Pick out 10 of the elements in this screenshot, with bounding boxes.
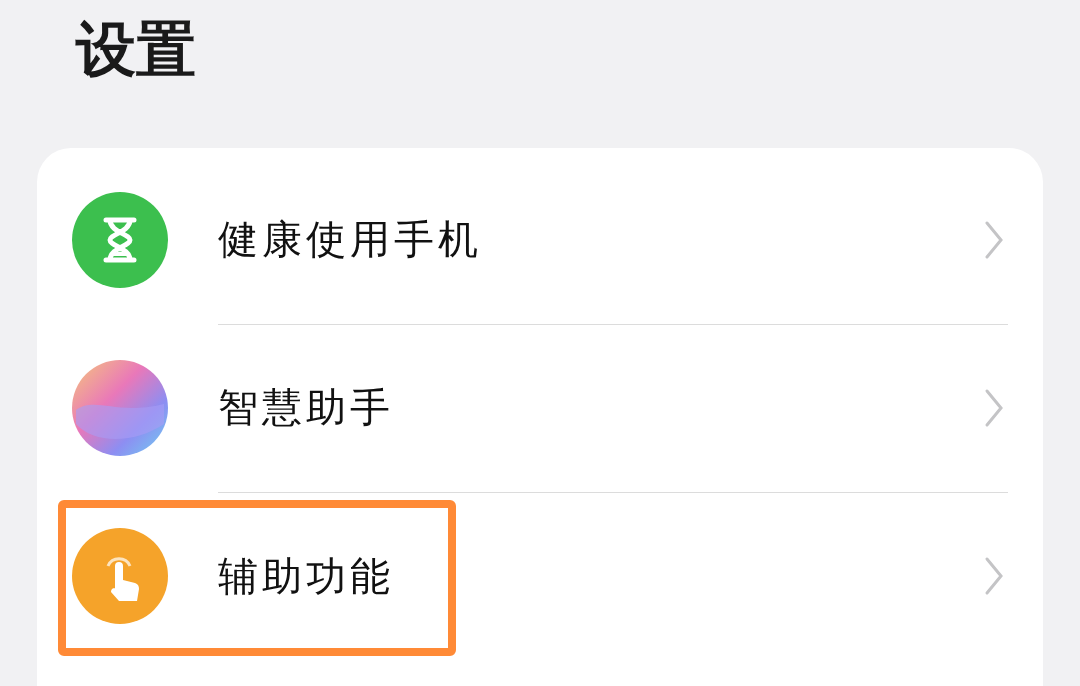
settings-item-label[interactable]: 健康使用手机 [218,212,482,267]
chevron-right-icon [984,556,1004,596]
gradient-orb-icon [72,360,168,456]
settings-item-label[interactable]: 智慧助手 [218,380,394,435]
hand-icon [72,528,168,624]
chevron-right-icon [984,387,1004,428]
hourglass-icon [72,192,168,288]
chevron-right-icon [984,219,1004,260]
settings-item-label[interactable]: 辅助功能 [218,548,394,604]
page-title: 设置 [74,13,197,86]
